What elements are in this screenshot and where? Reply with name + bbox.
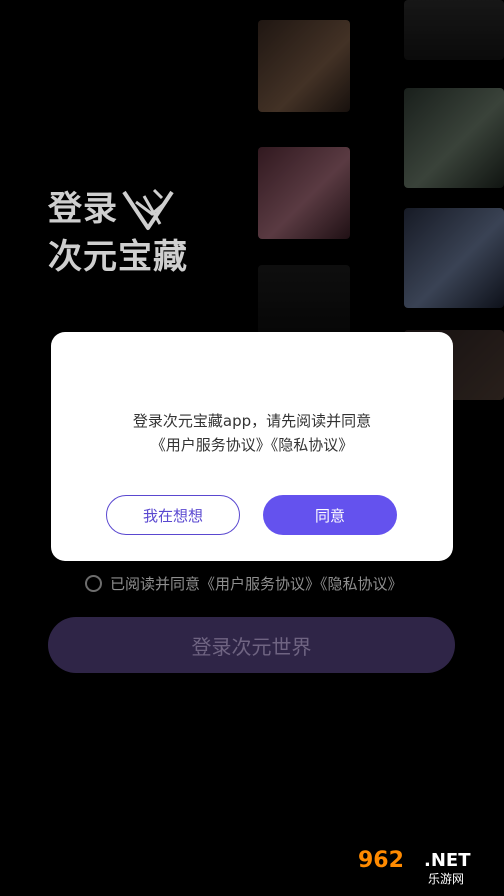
watermark-sub: 乐游网: [428, 872, 465, 886]
watermark-suffix: .NET: [424, 850, 471, 871]
agreement-text[interactable]: 已阅读并同意《用户服务协议》《隐私协议》: [110, 573, 403, 594]
brand-logo-icon: [122, 188, 174, 230]
agreement-radio[interactable]: [85, 575, 102, 592]
dialog-body-line1: 登录次元宝藏app，请先阅读并同意: [132, 412, 372, 430]
dialog-title: 请阅读并同意以下条款: [167, 373, 337, 393]
agreement-row[interactable]: 已阅读并同意《用户服务协议》《隐私协议》: [85, 573, 403, 594]
login-button[interactable]: 登录次元世界: [48, 617, 455, 673]
site-watermark: 962 .NET 乐游网: [358, 846, 496, 890]
think-again-button[interactable]: 我在想想: [106, 495, 240, 535]
agree-button[interactable]: 同意: [263, 495, 397, 535]
app-title-line2: 次元宝藏: [48, 237, 188, 277]
watermark-number: 962: [358, 848, 404, 873]
dialog-terms-links[interactable]: 《用户服务协议》《隐私协议》: [51, 434, 453, 455]
